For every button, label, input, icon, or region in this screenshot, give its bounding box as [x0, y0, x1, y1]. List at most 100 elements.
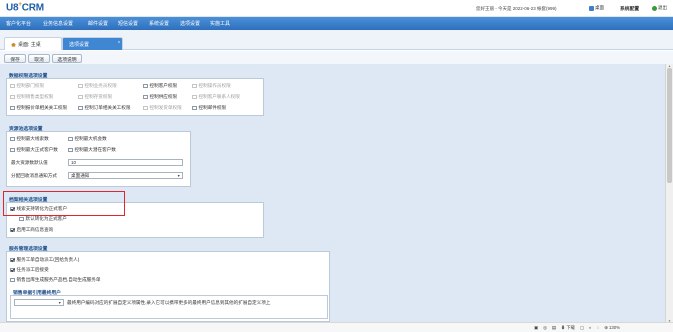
status-icon[interactable]: ◌	[597, 325, 600, 331]
home-icon	[11, 42, 16, 47]
checkbox[interactable]	[68, 147, 73, 153]
tab-strip: 桌面: 主桌 选项设置 x	[0, 30, 673, 50]
checkbox-option[interactable]: 控制最大线索数	[10, 136, 49, 142]
option-label: 控制订单相关关工权限	[84, 105, 131, 110]
checkbox[interactable]	[10, 227, 15, 233]
checkbox-option[interactable]: 默认转化为正式客户	[19, 216, 67, 222]
end-user-subsection: ▼ 最终用户编码对应的扩展自定义项属性,录入它可以携带更多的最终用户信息到其他的…	[10, 295, 328, 319]
top-links: 桌面	[589, 5, 604, 11]
checkbox-option[interactable]: 控制部门权限	[10, 83, 44, 89]
option-label: 控制最大潜在客户数	[74, 147, 116, 152]
app-logo: U8+CRM	[6, 2, 44, 13]
user-info: 您好王丽 - 今天是 2022-06-23 帐套(999)	[476, 6, 557, 11]
option-help-button[interactable]: 选项说明	[52, 54, 82, 63]
data-permission-section: 控制部门权限 控制业务员权限 控制客户权限 控制操作员权限 控制销售类型权限 控…	[6, 78, 264, 116]
checkbox[interactable]	[78, 105, 83, 111]
option-label: 控制最大正式客户数	[16, 147, 58, 152]
checkbox[interactable]	[10, 147, 15, 153]
status-items: ▣ ◎ ▤ ⬇ 下载 ▢ ◐ ◌ ⊕ 130%	[534, 325, 620, 331]
checkbox-option[interactable]: 销售出库生成服务产品档,自动生成服务单	[10, 277, 100, 283]
option-label: 控制最大线索数	[16, 136, 49, 141]
menu-item[interactable]: 短信设置	[118, 20, 138, 27]
checkbox[interactable]	[143, 94, 148, 100]
download-label: 下载	[566, 325, 575, 330]
checkbox-option[interactable]: 控制销售类型权限	[10, 94, 53, 100]
checkbox-option[interactable]: 控制最大潜在客户数	[68, 147, 116, 153]
checkbox[interactable]	[10, 94, 15, 100]
checkbox-option[interactable]: 任务派工后接受	[10, 267, 49, 273]
scrollbar-thumb[interactable]	[667, 68, 672, 183]
option-label: 控制报价单相关关工权限	[16, 105, 68, 110]
desktop-icon	[589, 5, 594, 11]
checkbox-option[interactable]: 控制订单相关关工权限	[78, 105, 130, 111]
chevron-down-icon: ▼	[58, 301, 62, 305]
vertical-scrollbar[interactable]: ▲ ▼	[665, 64, 673, 323]
checkbox[interactable]	[192, 83, 197, 89]
checkbox-option[interactable]: 控制客户权限	[143, 83, 177, 89]
checkbox[interactable]	[192, 94, 197, 100]
menu-item[interactable]: 邮件设置	[88, 20, 108, 27]
menu-item[interactable]: 客户化平台	[6, 20, 31, 27]
checkbox-option[interactable]: 服务工单自动派工(回给负责人)	[10, 257, 79, 263]
status-icon[interactable]: ◐	[589, 325, 592, 331]
notify-method-select[interactable]: 桌面通知 ▼	[68, 172, 183, 179]
checkbox[interactable]	[10, 105, 15, 111]
close-icon[interactable]: x	[118, 39, 120, 44]
checkbox-option[interactable]: 控制客户联系人权限	[192, 94, 240, 100]
checkbox-option[interactable]: 控制最大正式客户数	[10, 147, 58, 153]
checkbox[interactable]	[10, 257, 15, 263]
end-user-hint: 最终用户编码对应的扩展自定义项属性,录入它可以携带更多的最终用户信息到其他的扩展…	[67, 300, 271, 305]
checkbox-option[interactable]: 控制最大机会数	[68, 136, 107, 142]
menu-item[interactable]: 系统设置	[149, 20, 169, 27]
checkbox-option[interactable]: 控制供应权限	[143, 94, 177, 100]
end-user-select[interactable]: ▼	[14, 299, 64, 306]
menu-item[interactable]: 业务信息设置	[43, 20, 73, 27]
option-label: 控制业务员权限	[84, 83, 117, 88]
option-label: 服务工单自动派工(回给负责人)	[16, 257, 80, 262]
checkbox[interactable]	[10, 277, 15, 283]
main-menu: 客户化平台 业务信息设置 邮件设置 短信设置 系统设置 选项设置 实施工具	[0, 17, 673, 30]
option-label: 控制邮件权限	[198, 105, 227, 110]
status-bar: ▣ ◎ ▤ ⬇ 下载 ▢ ◐ ◌ ⊕ 130%	[0, 322, 673, 332]
checkbox-option[interactable]: 控制操作员权限	[192, 83, 231, 89]
checkbox[interactable]	[192, 105, 197, 111]
status-icon[interactable]: ◎	[543, 325, 547, 331]
option-label: 控制部门权限	[16, 83, 45, 88]
status-icon[interactable]: ▣	[534, 325, 538, 331]
scroll-up-icon[interactable]: ▲	[667, 64, 672, 68]
system-config-link[interactable]: 系统配置	[620, 5, 639, 12]
checkbox-option[interactable]: 控制报价单相关关工权限	[10, 105, 67, 111]
status-icon[interactable]: ▤	[552, 325, 556, 331]
save-button[interactable]: 保存	[4, 54, 26, 63]
checkbox[interactable]	[78, 94, 83, 100]
exit-link[interactable]: 退出	[652, 5, 667, 11]
resource-pool-section: 控制最大线索数 控制最大机会数 控制最大正式客户数 控制最大潜在客户数 最大资源…	[6, 131, 191, 187]
checkbox-option[interactable]: 控制发货单权限	[143, 105, 182, 111]
notify-method-value: 桌面通知	[71, 173, 90, 178]
checkbox[interactable]	[10, 136, 15, 142]
checkbox-option[interactable]: 控制存货权限	[78, 94, 112, 100]
zoom-level[interactable]: ⊕ 130%	[604, 325, 620, 331]
status-icon[interactable]: ▢	[580, 325, 584, 331]
cancel-button[interactable]: 取消	[28, 54, 50, 63]
tab-home[interactable]: 桌面: 主桌	[4, 37, 62, 50]
checkbox-option[interactable]: 控制业务员权限	[78, 83, 117, 89]
option-label: 控制客户权限	[149, 83, 178, 88]
checkbox-option[interactable]: 启用工商信息查询	[10, 227, 53, 233]
checkbox[interactable]	[68, 136, 73, 142]
checkbox[interactable]	[19, 216, 24, 222]
checkbox[interactable]	[10, 83, 15, 89]
checkbox[interactable]	[143, 105, 148, 111]
download-button[interactable]: ⬇ 下载	[561, 325, 575, 331]
checkbox-option[interactable]: 控制邮件权限	[192, 105, 226, 111]
tab-home-label: 桌面: 主桌	[18, 42, 41, 48]
menu-item[interactable]: 实施工具	[210, 20, 230, 27]
checkbox[interactable]	[143, 83, 148, 89]
max-default-input[interactable]: 10	[68, 159, 183, 166]
tab-option-settings[interactable]: 选项设置 x	[62, 37, 123, 50]
checkbox[interactable]	[10, 267, 15, 273]
desktop-link[interactable]: 桌面	[589, 5, 604, 11]
checkbox[interactable]	[78, 83, 83, 89]
zoom-label: 130%	[609, 325, 620, 330]
menu-item[interactable]: 选项设置	[180, 20, 200, 27]
